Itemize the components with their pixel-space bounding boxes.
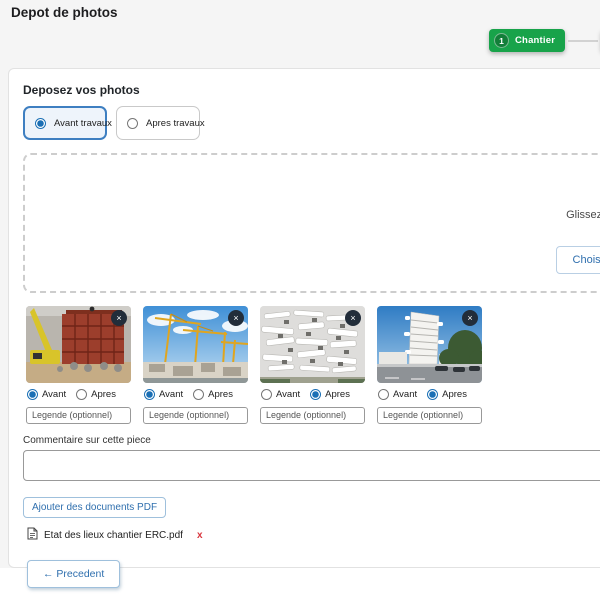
panel-heading: Deposez vos photos [23, 83, 140, 97]
toggle-label: Apres travaux [146, 117, 205, 129]
apres-radio[interactable] [193, 389, 205, 400]
phase-toggle-group: Avant travaux Apres travaux [23, 106, 600, 140]
avant-radio[interactable] [144, 389, 155, 400]
avant-travaux-radio[interactable] [35, 117, 46, 129]
avant-radio[interactable] [378, 389, 389, 400]
page: Depot de photos 1 Chantier 2 Deposez vos… [0, 0, 600, 600]
photo-card: × Avant Apres [143, 306, 248, 424]
apres-label[interactable]: Apres [208, 389, 233, 400]
toggle-apres-travaux[interactable]: Apres travaux [116, 106, 205, 140]
stepper: 1 Chantier 2 [489, 29, 600, 52]
viewport: Depot de photos 1 Chantier 2 Deposez vos… [0, 0, 600, 600]
photo-dropzone[interactable]: Glissez vos photos ici Choisir des fichi… [23, 153, 600, 293]
toggle-avant-travaux[interactable]: Avant travaux [23, 106, 112, 140]
legend-input[interactable] [377, 406, 482, 424]
legend-input[interactable] [26, 406, 131, 424]
pdf-file-name: Etat des lieux chantier ERC.pdf [44, 530, 183, 541]
document-icon [27, 527, 38, 545]
photo-thumbnail-chantier-grues: × [143, 306, 248, 383]
photo-phase-row: Avant Apres [378, 389, 482, 400]
photo-thumbnails-row: × Avant Apres Legende (optionnel) × Avan… [26, 306, 600, 424]
avant-label[interactable]: Avant [393, 389, 417, 400]
apres-label[interactable]: Apres [325, 389, 350, 400]
remove-photo-button[interactable]: × [345, 310, 361, 326]
step-number-badge: 1 [494, 33, 509, 48]
photo-upload-panel: Deposez vos photos Avant travaux Apres t… [8, 68, 600, 588]
apres-label[interactable]: Apres [91, 389, 116, 400]
photo-phase-row: Avant Apres [27, 389, 131, 400]
photo-phase-row: Avant Apres [144, 389, 248, 400]
photo-thumbnail-chantier-coffrage: × [26, 306, 131, 383]
page-title: Depot de photos [11, 5, 118, 20]
apres-radio[interactable] [427, 389, 439, 400]
comment-textarea[interactable] [23, 449, 600, 481]
photo-phase-row: Avant Apres [261, 389, 365, 400]
choose-files-button[interactable]: Choisir des fichiers [555, 246, 600, 274]
stepper-connector [568, 39, 599, 42]
apres-label[interactable]: Apres [442, 389, 467, 400]
step-label: Chantier [515, 35, 556, 46]
avant-label[interactable]: Avant [276, 389, 300, 400]
remove-pdf-button[interactable]: x [197, 530, 203, 541]
remove-photo-button[interactable]: × [111, 310, 127, 326]
apres-radio[interactable] [76, 389, 88, 400]
avant-radio[interactable] [261, 389, 272, 400]
apres-radio[interactable] [310, 389, 322, 400]
photo-thumbnail-immeuble-blanc-facade: × [260, 306, 365, 383]
avant-label[interactable]: Avant [159, 389, 183, 400]
avant-radio[interactable] [27, 389, 38, 400]
comment-label: Commentaire sur cette piece [23, 434, 151, 446]
photo-card: × Avant Apres [26, 306, 131, 424]
photo-card: × Avant Apres [260, 306, 365, 424]
dropzone-hint: Glissez vos photos ici [566, 209, 600, 221]
remove-photo-button[interactable]: × [228, 310, 244, 326]
photo-card: × Avant Apres [377, 306, 482, 424]
previous-step-button[interactable]: ← Precedent [27, 559, 121, 588]
add-pdf-button[interactable]: Ajouter des documents PDF [23, 496, 167, 518]
legend-input[interactable] [260, 406, 365, 424]
remove-photo-button[interactable]: × [462, 310, 478, 326]
step-chantier[interactable]: 1 Chantier [489, 29, 566, 52]
apres-travaux-radio[interactable] [127, 117, 138, 129]
toggle-label: Avant travaux [54, 117, 112, 129]
photo-thumbnail-immeuble-blanc-rue: × [377, 306, 482, 383]
pdf-file-row: Etat des lieux chantier ERC.pdf x [27, 527, 600, 545]
legend-input[interactable] [143, 406, 248, 424]
avant-label[interactable]: Avant [42, 389, 66, 400]
